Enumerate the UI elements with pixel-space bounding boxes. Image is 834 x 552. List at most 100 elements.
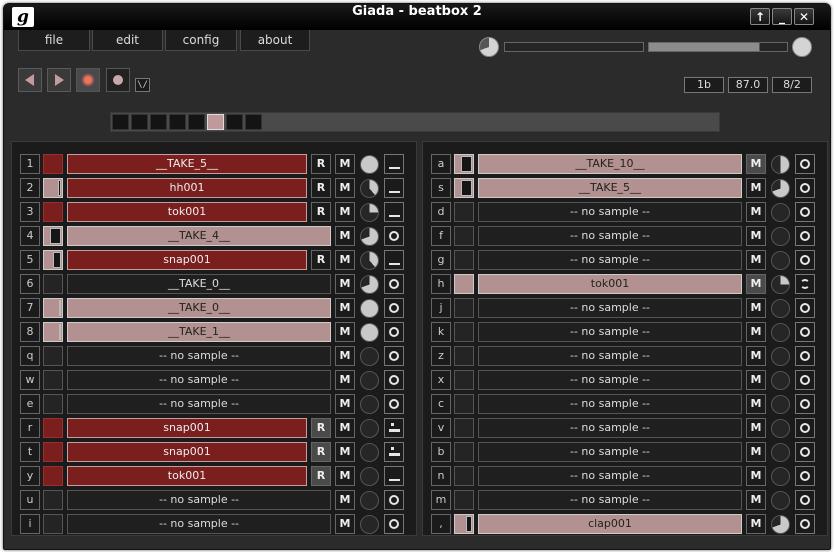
mute-button[interactable]: M [746,466,766,486]
sample-button[interactable]: -- no sample -- [478,490,742,510]
channel-key-button[interactable]: k [431,322,451,342]
channel-mode-button[interactable] [795,418,815,438]
channel-status-meter[interactable] [454,202,474,222]
mute-button[interactable]: M [335,442,355,462]
mute-button[interactable]: M [746,514,766,534]
sample-button[interactable]: -- no sample -- [478,322,742,342]
channel-mode-button[interactable] [795,298,815,318]
channel-status-meter[interactable] [454,466,474,486]
mute-button[interactable]: M [746,250,766,270]
channel-key-button[interactable]: 2 [20,178,40,198]
beats-display[interactable]: 1b [684,77,724,93]
sample-button[interactable]: tok001 [67,202,307,222]
channel-status-meter[interactable] [43,418,63,438]
channel-key-button[interactable]: g [431,250,451,270]
channel-volume-knob[interactable] [771,443,790,462]
channel-volume-knob[interactable] [360,227,379,246]
read-actions-button[interactable]: R [311,466,331,486]
channel-mode-button[interactable] [795,274,815,294]
record-actions-button[interactable] [76,68,100,92]
channel-mode-button[interactable] [384,514,404,534]
channel-volume-knob[interactable] [360,371,379,390]
channel-status-meter[interactable] [43,154,63,174]
meter-display[interactable]: 8/2 [772,77,812,93]
channel-status-meter[interactable] [43,298,63,318]
mute-button[interactable]: M [746,226,766,246]
channel-status-meter[interactable] [454,370,474,390]
channel-key-button[interactable]: d [431,202,451,222]
channel-key-button[interactable]: b [431,442,451,462]
channel-mode-button[interactable] [795,202,815,222]
channel-mode-button[interactable] [795,490,815,510]
channel-key-button[interactable]: h [431,274,451,294]
channel-mode-button[interactable] [384,322,404,342]
channel-key-button[interactable]: c [431,394,451,414]
sample-button[interactable]: -- no sample -- [67,490,331,510]
mute-button[interactable]: M [746,394,766,414]
channel-key-button[interactable]: u [20,490,40,510]
read-actions-button[interactable]: R [311,154,331,174]
channel-volume-knob[interactable] [771,419,790,438]
sample-button[interactable]: -- no sample -- [478,298,742,318]
channel-key-button[interactable]: v [431,418,451,438]
mute-button[interactable]: M [335,250,355,270]
channel-volume-knob[interactable] [360,155,379,174]
sample-button[interactable]: -- no sample -- [478,370,742,390]
sample-button[interactable]: snap001 [67,418,307,438]
channel-volume-knob[interactable] [360,275,379,294]
mute-button[interactable]: M [335,466,355,486]
channel-mode-button[interactable] [384,394,404,414]
channel-status-meter[interactable] [43,394,63,414]
channel-volume-knob[interactable] [771,251,790,270]
channel-volume-knob[interactable] [771,395,790,414]
sample-button[interactable]: snap001 [67,442,307,462]
read-actions-button[interactable]: R [311,418,331,438]
mute-button[interactable]: M [746,490,766,510]
channel-key-button[interactable]: 8 [20,322,40,342]
channel-status-meter[interactable] [43,178,63,198]
mute-button[interactable]: M [746,274,766,294]
channel-status-meter[interactable] [43,274,63,294]
channel-volume-knob[interactable] [360,515,379,534]
channel-status-meter[interactable] [454,322,474,342]
channel-status-meter[interactable] [454,250,474,270]
channel-mode-button[interactable] [795,442,815,462]
channel-volume-knob[interactable] [771,155,790,174]
channel-mode-button[interactable] [384,274,404,294]
channel-volume-knob[interactable] [771,179,790,198]
channel-volume-knob[interactable] [360,395,379,414]
sample-button[interactable]: -- no sample -- [478,202,742,222]
channel-status-meter[interactable] [43,466,63,486]
mute-button[interactable]: M [746,346,766,366]
channel-key-button[interactable]: m [431,490,451,510]
channel-mode-button[interactable] [384,226,404,246]
read-actions-button[interactable]: R [311,250,331,270]
channel-status-meter[interactable] [43,514,63,534]
channel-status-meter[interactable] [454,490,474,510]
menu-config[interactable]: config [165,30,237,51]
read-actions-button[interactable]: R [311,178,331,198]
channel-status-meter[interactable] [43,370,63,390]
channel-mode-button[interactable] [384,250,404,270]
channel-volume-knob[interactable] [771,227,790,246]
sample-button[interactable]: tok001 [67,466,307,486]
sample-button[interactable]: __TAKE_10__ [478,154,742,174]
mute-button[interactable]: M [746,418,766,438]
channel-mode-button[interactable] [384,418,404,438]
mute-button[interactable]: M [335,370,355,390]
channel-status-meter[interactable] [43,250,63,270]
channel-volume-knob[interactable] [771,299,790,318]
menu-edit[interactable]: edit [92,30,163,51]
read-actions-button[interactable]: R [311,202,331,222]
channel-volume-knob[interactable] [771,203,790,222]
channel-mode-button[interactable] [795,346,815,366]
channel-key-button[interactable]: 4 [20,226,40,246]
channel-volume-knob[interactable] [771,467,790,486]
channel-status-meter[interactable] [43,226,63,246]
sample-button[interactable]: tok001 [478,274,742,294]
channel-volume-knob[interactable] [771,323,790,342]
channel-key-button[interactable]: r [20,418,40,438]
mute-button[interactable]: M [335,490,355,510]
channel-volume-knob[interactable] [771,275,790,294]
channel-status-meter[interactable] [454,226,474,246]
